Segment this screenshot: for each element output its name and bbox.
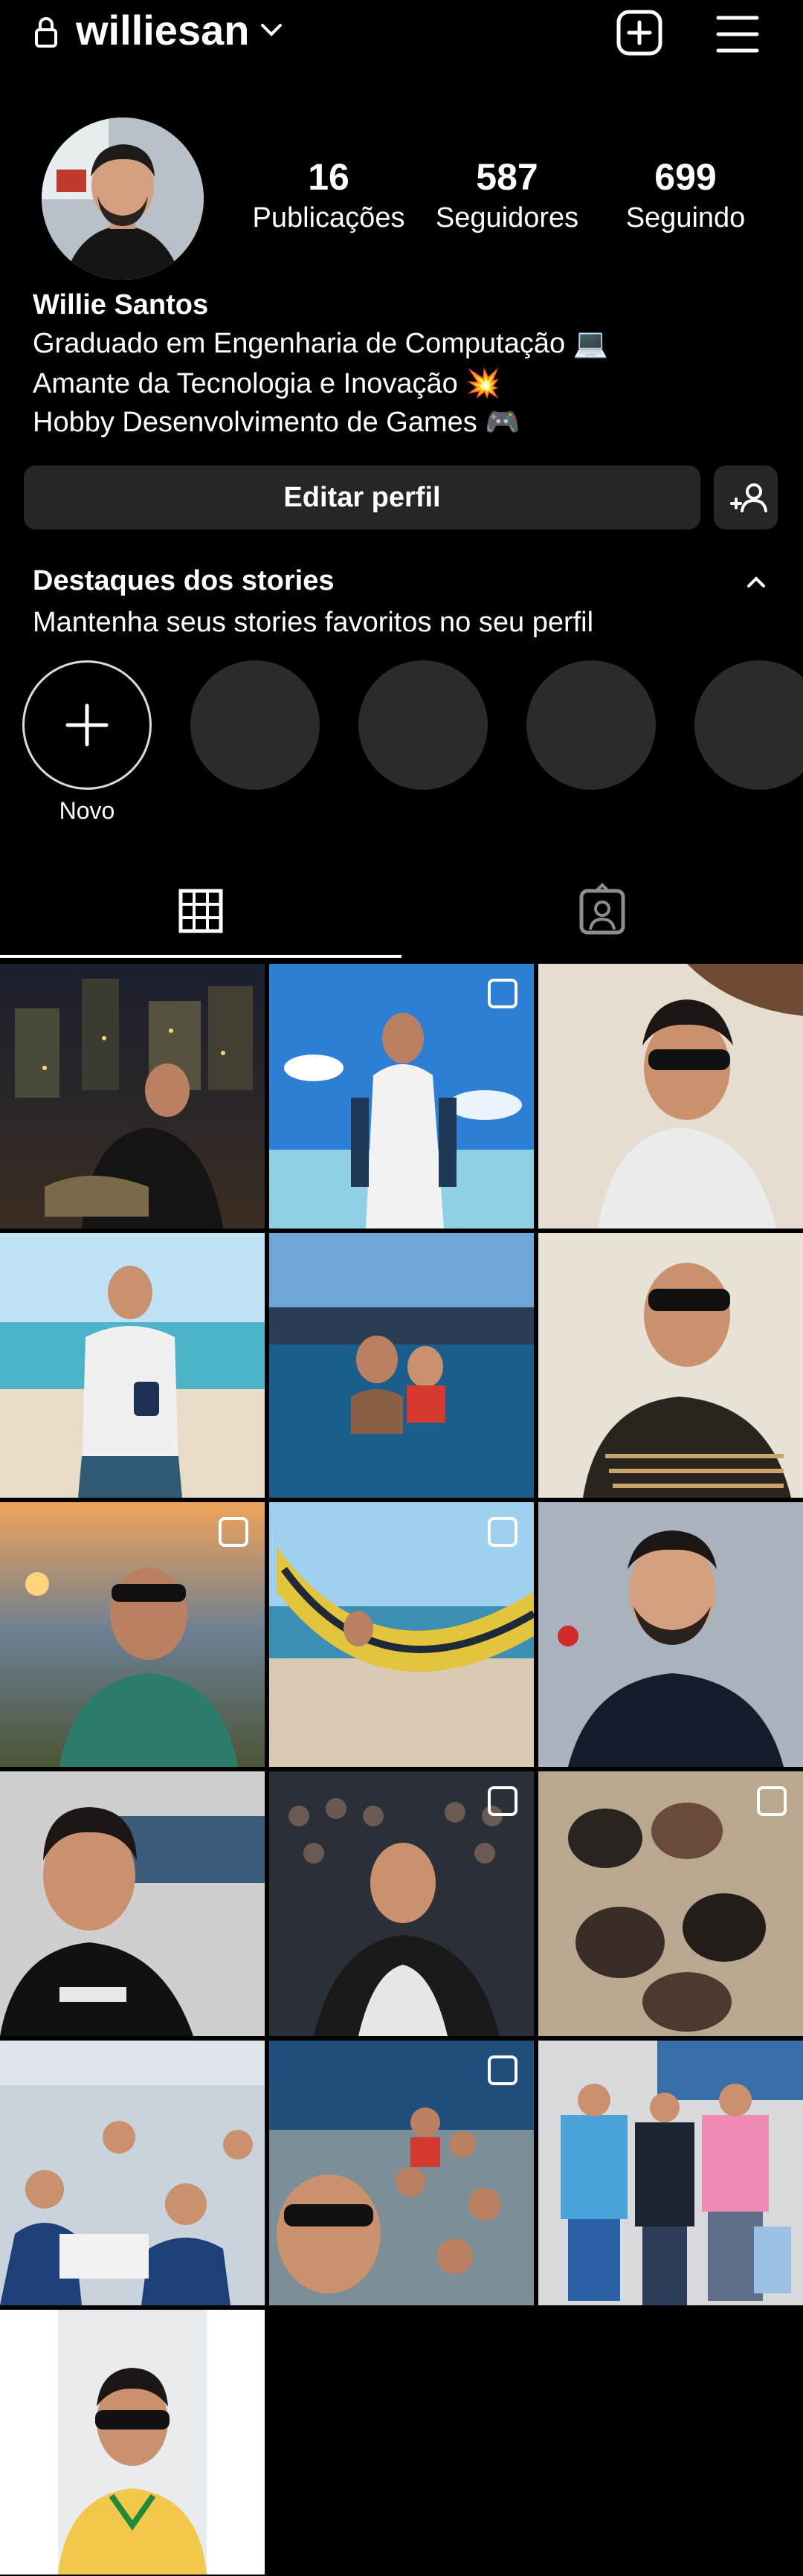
post-photo xyxy=(0,1502,265,1767)
post-photo xyxy=(0,1771,265,2036)
lock-icon xyxy=(35,17,57,48)
post-photo xyxy=(0,2310,265,2575)
grid-post[interactable] xyxy=(0,1233,265,1498)
profile-name: Willie Santos xyxy=(33,289,209,321)
post-photo xyxy=(0,2041,265,2305)
posts-count: 16 xyxy=(308,156,349,198)
following-label: Seguindo xyxy=(625,202,746,234)
grid-post[interactable] xyxy=(0,964,265,1229)
bio-line: Hobby Desenvolvimento de Games 🎮 xyxy=(33,407,520,438)
tab-tagged[interactable] xyxy=(402,867,803,956)
followers-label: Seguidores xyxy=(435,202,579,234)
post-photo xyxy=(538,1233,803,1498)
grid-icon xyxy=(178,889,223,933)
post-photo xyxy=(269,964,534,1229)
post-photo xyxy=(0,964,265,1229)
highlight-placeholder xyxy=(190,660,320,790)
chevron-up-icon[interactable] xyxy=(745,574,767,590)
highlight-placeholder xyxy=(694,660,803,790)
avatar[interactable] xyxy=(42,117,204,280)
grid-post[interactable] xyxy=(269,964,534,1229)
highlights-title: Destaques dos stories xyxy=(33,565,335,596)
username[interactable]: williesan xyxy=(76,6,249,54)
following-count: 699 xyxy=(654,156,717,198)
highlight-placeholder xyxy=(526,660,656,790)
grid-post[interactable] xyxy=(538,1502,803,1767)
tagged-icon xyxy=(579,883,625,935)
grid-post[interactable] xyxy=(538,1771,803,2036)
post-photo xyxy=(538,2041,803,2305)
post-photo xyxy=(538,1771,803,2036)
grid-post[interactable] xyxy=(0,2310,265,2575)
new-highlight-button[interactable] xyxy=(22,660,152,790)
avatar-photo xyxy=(42,117,204,280)
chevron-down-icon[interactable] xyxy=(259,21,284,39)
highlights-subtitle: Mantenha seus stories favoritos no seu p… xyxy=(33,607,594,638)
post-photo xyxy=(269,1771,534,2036)
post-photo xyxy=(269,1502,534,1767)
grid-post[interactable] xyxy=(269,1771,534,2036)
highlight-placeholder xyxy=(358,660,488,790)
stat-followers[interactable]: 587 Seguidores xyxy=(425,156,589,236)
plus-icon xyxy=(65,703,109,747)
post-photo xyxy=(0,1233,265,1498)
post-photo xyxy=(269,1233,534,1498)
grid-post[interactable] xyxy=(538,964,803,1229)
grid-post[interactable] xyxy=(0,1502,265,1767)
grid-post[interactable] xyxy=(269,1233,534,1498)
stat-following[interactable]: 699 Seguindo xyxy=(604,156,767,236)
stat-posts[interactable]: 16 Publicações xyxy=(247,156,410,236)
grid-post[interactable] xyxy=(538,1233,803,1498)
post-photo xyxy=(269,2041,534,2305)
post-photo xyxy=(538,1502,803,1767)
new-highlight-label: Novo xyxy=(59,797,115,824)
grid-post[interactable] xyxy=(0,2041,265,2305)
grid-post[interactable] xyxy=(0,1771,265,2036)
bio-line: Graduado em Engenharia de Computação 💻 xyxy=(33,328,609,359)
post-photo xyxy=(538,964,803,1229)
add-post-icon[interactable] xyxy=(616,9,663,57)
grid-post[interactable] xyxy=(269,1502,534,1767)
add-user-icon xyxy=(730,483,767,512)
active-tab-indicator xyxy=(0,955,402,958)
bio-line: Amante da Tecnologia e Inovação 💥 xyxy=(33,368,501,399)
followers-count: 587 xyxy=(476,156,538,198)
tab-posts-grid[interactable] xyxy=(0,867,402,956)
grid-post[interactable] xyxy=(538,2041,803,2305)
posts-label: Publicações xyxy=(252,202,405,234)
menu-icon[interactable] xyxy=(715,13,760,55)
edit-profile-button[interactable]: Editar perfil xyxy=(24,466,700,529)
grid-post[interactable] xyxy=(269,2041,534,2305)
discover-people-button[interactable] xyxy=(714,466,778,529)
